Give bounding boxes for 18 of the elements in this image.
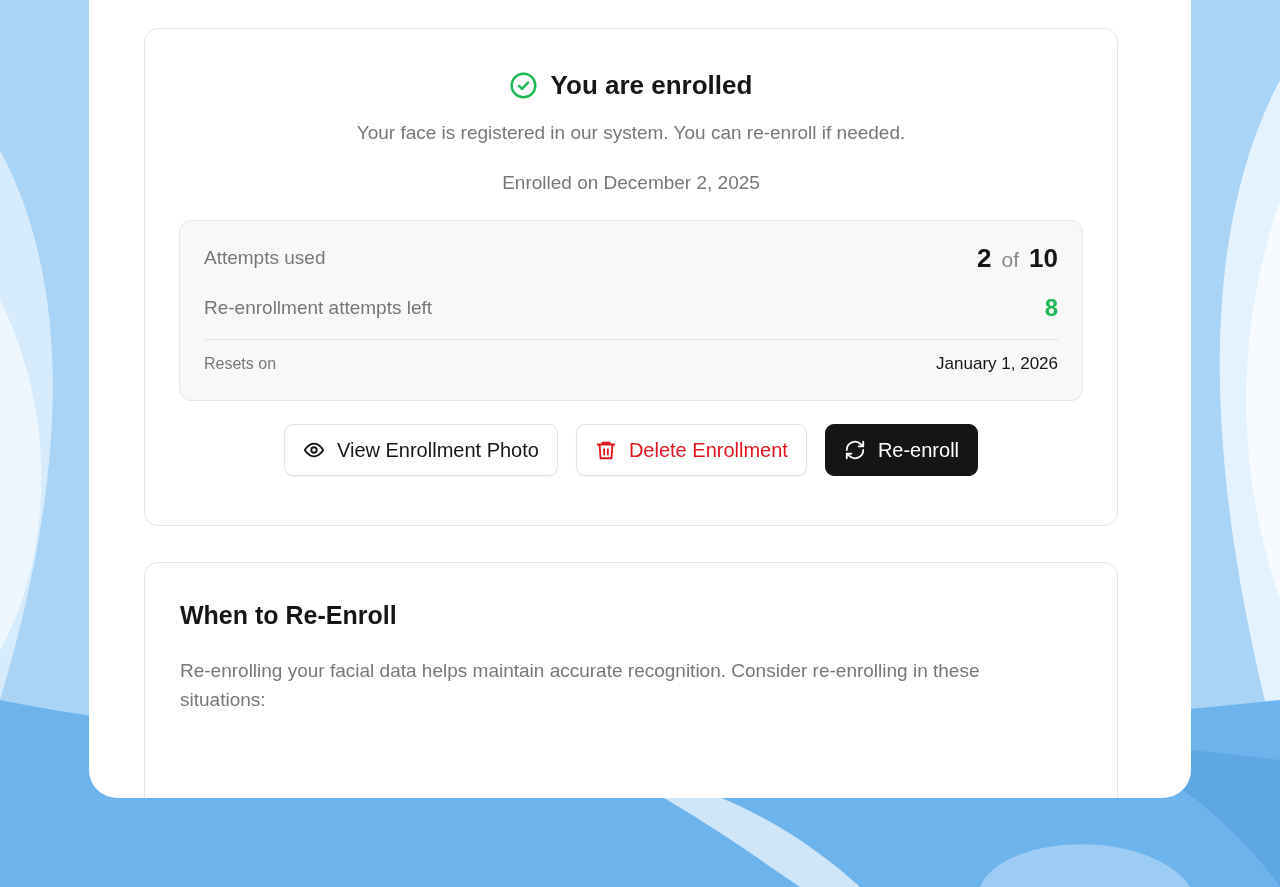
stat-separator: of [1001,247,1020,272]
stat-value: 2 [977,242,992,274]
stat-label: Resets on [204,355,277,373]
info-title: When to Re-Enroll [180,601,398,630]
delete-button[interactable]: Delete Enrollment [575,424,807,476]
stat-value: 8 [1044,294,1058,322]
stat-total: 10 [1029,242,1058,274]
stat-value: January 1, 2026 [936,354,1058,374]
trash-icon [594,439,617,461]
view-photo-button[interactable]: View Enrollment Photo [283,424,558,476]
refresh-icon [843,439,866,461]
enrolled-date: Enrolled on December 2, 2025 [502,172,760,194]
status-description: Your face is registered in our system. You can re-enroll if needed. [356,122,906,144]
status-title: You are enrolled [550,69,753,101]
stat-label: Re-enrollment attempts left [204,297,433,319]
stat-label: Attempts used [204,247,326,269]
re-enroll-button[interactable]: Re-enroll [824,424,979,476]
info-text: Re-enrolling your facial data helps maintain accurate recognition. Consider re-enrolling in these situations: [180,659,981,712]
